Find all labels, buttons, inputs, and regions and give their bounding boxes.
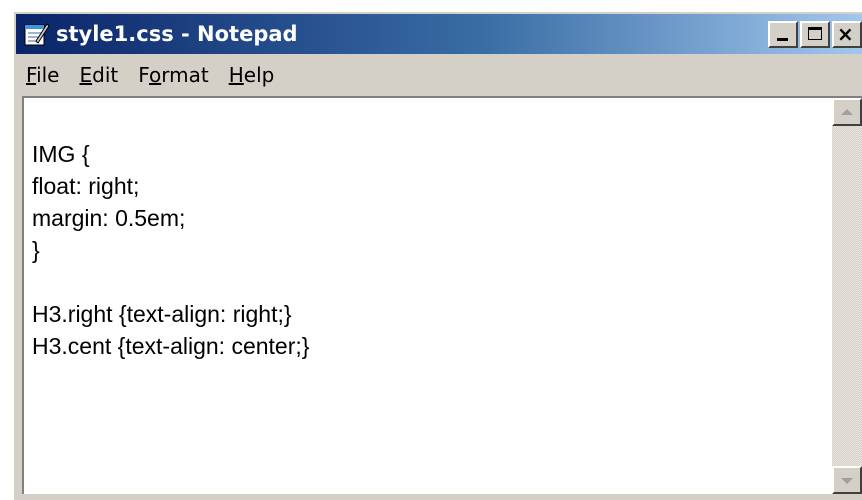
title-buttons: ×	[768, 21, 862, 48]
editor-line: }	[32, 237, 40, 263]
notepad-window: style1.css - Notepad × File Edit Format …	[12, 10, 862, 500]
scroll-down-button[interactable]	[832, 466, 862, 494]
arrow-down-icon	[841, 478, 853, 484]
menu-format[interactable]: Format	[128, 63, 219, 87]
title-bar[interactable]: style1.css - Notepad ×	[16, 14, 862, 54]
arrow-up-icon	[841, 109, 853, 115]
editor-line: H3.right {text-align: right;}	[32, 301, 292, 327]
maximize-icon	[808, 27, 822, 40]
editor-content: IMG { float: right; margin: 0.5em; } H3.…	[32, 138, 822, 362]
menu-help[interactable]: Help	[219, 63, 285, 87]
close-button[interactable]: ×	[832, 21, 862, 48]
scroll-up-button[interactable]	[832, 98, 862, 126]
editor-line: H3.cent {text-align: center;}	[32, 333, 310, 359]
window-title: style1.css - Notepad	[56, 22, 298, 46]
maximize-button[interactable]	[800, 21, 830, 48]
minimize-button[interactable]	[768, 21, 798, 48]
notepad-icon	[24, 23, 50, 46]
close-icon: ×	[837, 22, 854, 46]
vertical-scrollbar[interactable]	[832, 98, 862, 494]
editor-line: float: right;	[32, 173, 140, 199]
menu-file[interactable]: File	[16, 63, 69, 87]
menu-bar: File Edit Format Help	[16, 58, 284, 92]
editor-line: margin: 0.5em;	[32, 205, 186, 231]
menu-edit[interactable]: Edit	[69, 63, 128, 87]
text-editor-area[interactable]: IMG { float: right; margin: 0.5em; } H3.…	[22, 96, 862, 494]
editor-line: IMG {	[32, 141, 90, 167]
minimize-icon	[777, 38, 788, 41]
